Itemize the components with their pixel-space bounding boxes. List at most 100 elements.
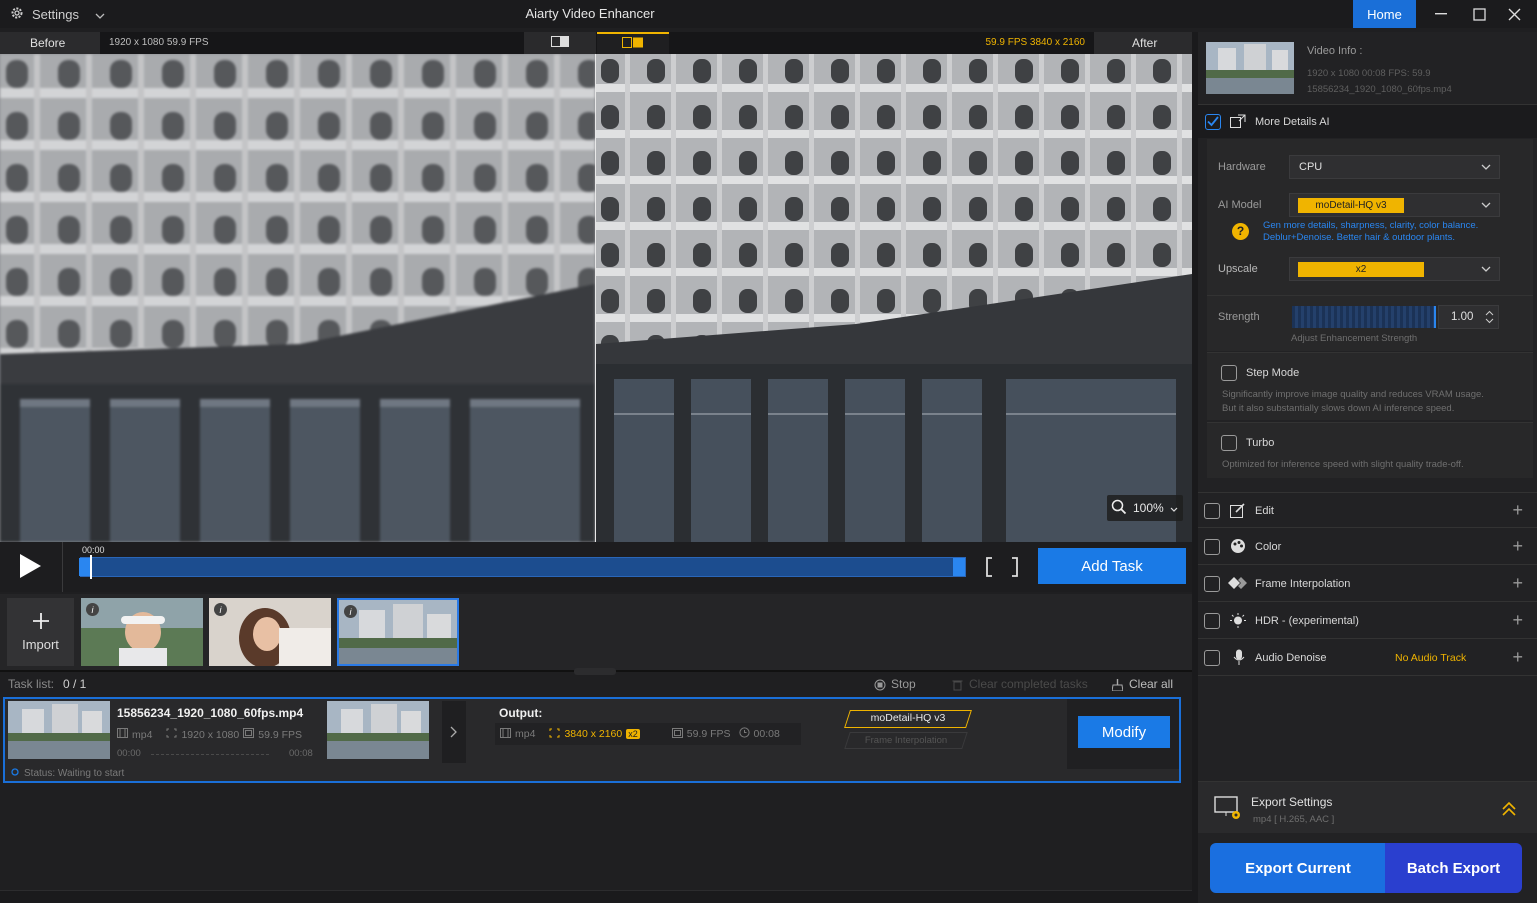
strength-label: Strength [1218,311,1260,323]
step-mode-label: Step Mode [1246,367,1300,379]
chevron-down-icon [1481,161,1491,175]
turbo-checkbox[interactable] [1221,435,1237,451]
task-start-time: 00:00 [117,748,141,759]
after-label: After [1094,32,1192,54]
timeline-bar: 00:00 Add Task [0,542,1192,592]
edit-checkbox[interactable] [1204,503,1220,519]
task-count: 0 / 1 [63,677,87,691]
more-details-checkbox[interactable] [1205,114,1221,130]
zoom-icon [1111,499,1127,518]
title-bar: Settings Aiarty Video Enhancer Home [0,0,1537,28]
app-title: Aiarty Video Enhancer [525,6,655,21]
media-strip: Import i i i [0,594,1192,670]
frame-tag: Frame Interpolation [864,735,948,746]
upscale-select[interactable]: x2 [1289,257,1500,281]
media-thumbnail-selected[interactable]: i [337,598,459,666]
strength-slider-thumb[interactable] [1434,306,1436,328]
export-settings-row[interactable]: Export Settings mp4 [ H.265, AAC ] [1198,781,1537,833]
export-settings-label: Export Settings [1251,795,1333,809]
task-status: Status: Waiting to start [11,768,124,779]
audio-denoise-checkbox[interactable] [1204,650,1220,666]
no-audio-label: No Audio Track [1395,652,1467,664]
export-current-button[interactable]: Export Current [1210,843,1386,893]
export-settings-icon [1214,796,1242,825]
double-chevron-up-icon[interactable] [1502,801,1516,819]
strength-value: 1.00 [1451,311,1474,323]
split-view-button[interactable] [597,32,669,54]
batch-export-button[interactable]: Batch Export [1385,843,1522,893]
resolution-icon [166,728,177,741]
color-row[interactable]: Color + [1198,529,1537,565]
current-time: 00:00 [82,545,105,555]
expand-plus-icon[interactable]: + [1512,500,1523,521]
info-icon[interactable]: i [86,603,99,616]
info-icon[interactable]: i [344,605,357,618]
more-details-header[interactable]: More Details AI [1198,104,1537,138]
strength-spinner[interactable]: 1.00 [1438,305,1499,329]
frame-interpolation-checkbox[interactable] [1204,576,1220,592]
bottom-scrollbar[interactable] [0,890,1192,903]
media-thumbnail[interactable]: i [209,598,331,666]
hdr-checkbox[interactable] [1204,613,1220,629]
task-output-meta: mp4 3840 x 2160 x2 59.9 FPS 00:08 [495,723,801,745]
clear-completed-button[interactable]: Clear completed tasks [969,677,1088,691]
palette-icon [1230,538,1246,557]
task-end-time: 00:08 [289,748,313,759]
color-label: Color [1255,541,1282,553]
task-status-text: Status: Waiting to start [24,768,125,779]
output-fps: 59.9 FPS [686,728,731,740]
frame-icon [671,727,683,741]
hardware-select[interactable]: CPU [1289,155,1500,179]
timeline-track[interactable] [80,557,966,577]
task-item[interactable]: 15856234_1920_1080_60fps.mp4 mp4 1920 x … [3,697,1181,783]
video-info-line: 1920 x 1080 00:08 FPS: 59.9 [1307,68,1431,79]
media-thumbnail[interactable]: i [81,598,203,666]
turbo-desc: Optimized for inference speed with sligh… [1222,459,1464,470]
stop-button[interactable]: Stop [891,677,916,691]
film-icon [500,727,511,741]
turbo-label: Turbo [1246,437,1275,449]
trim-end-handle[interactable] [953,558,965,576]
expand-plus-icon[interactable]: + [1512,610,1523,631]
expand-plus-icon[interactable]: + [1512,573,1523,594]
chevron-down-icon [1481,199,1491,213]
import-button[interactable]: Import [7,598,74,666]
single-view-button[interactable] [524,32,596,54]
audio-denoise-row[interactable]: Audio Denoise No Audio Track + [1198,640,1537,676]
spinner-arrows-icon[interactable] [1485,310,1494,327]
model-help-line-2: Deblur+Denoise. Better hair & outdoor pl… [1263,232,1455,243]
expand-plus-icon[interactable]: + [1512,647,1523,668]
hdr-row[interactable]: HDR - (experimental) + [1198,603,1537,639]
playhead[interactable] [90,555,92,579]
film-icon [117,728,128,741]
task-list-header: Task list: 0 / 1 Stop Clear completed ta… [0,673,1192,695]
split-view-icon [622,37,644,51]
output-label: Output: [499,706,543,720]
divider [62,542,63,592]
modify-button[interactable]: Modify [1078,716,1170,748]
edit-row[interactable]: Edit + [1198,492,1537,528]
step-mode-checkbox[interactable] [1221,365,1237,381]
info-icon[interactable]: i [214,603,227,616]
play-icon[interactable] [18,553,42,582]
expand-plus-icon[interactable]: + [1512,536,1523,557]
fullscreen-bracket-icon[interactable] [985,556,1019,581]
clear-all-button[interactable]: Clear all [1129,677,1173,691]
task-resolution: 1920 x 1080 [181,728,240,741]
strength-slider[interactable] [1292,306,1436,328]
zoom-value: 100% [1133,501,1164,515]
ai-model-select[interactable]: moDetail-HQ v3 [1289,193,1500,217]
close-icon[interactable] [1491,0,1537,28]
add-task-button[interactable]: Add Task [1038,548,1186,584]
zoom-control[interactable]: 100% [1107,495,1183,521]
frame-interpolation-row[interactable]: Frame Interpolation + [1198,566,1537,602]
color-checkbox[interactable] [1204,539,1220,555]
help-icon[interactable]: ? [1232,223,1249,240]
chevron-down-icon [1170,501,1178,515]
output-duration: 00:08 [753,728,780,740]
before-info: 1920 x 1080 59.9 FPS [109,37,209,48]
audio-denoise-label: Audio Denoise [1255,652,1327,664]
home-button[interactable]: Home [1353,0,1416,28]
single-view-icon [551,36,569,50]
video-preview[interactable] [0,54,1192,542]
